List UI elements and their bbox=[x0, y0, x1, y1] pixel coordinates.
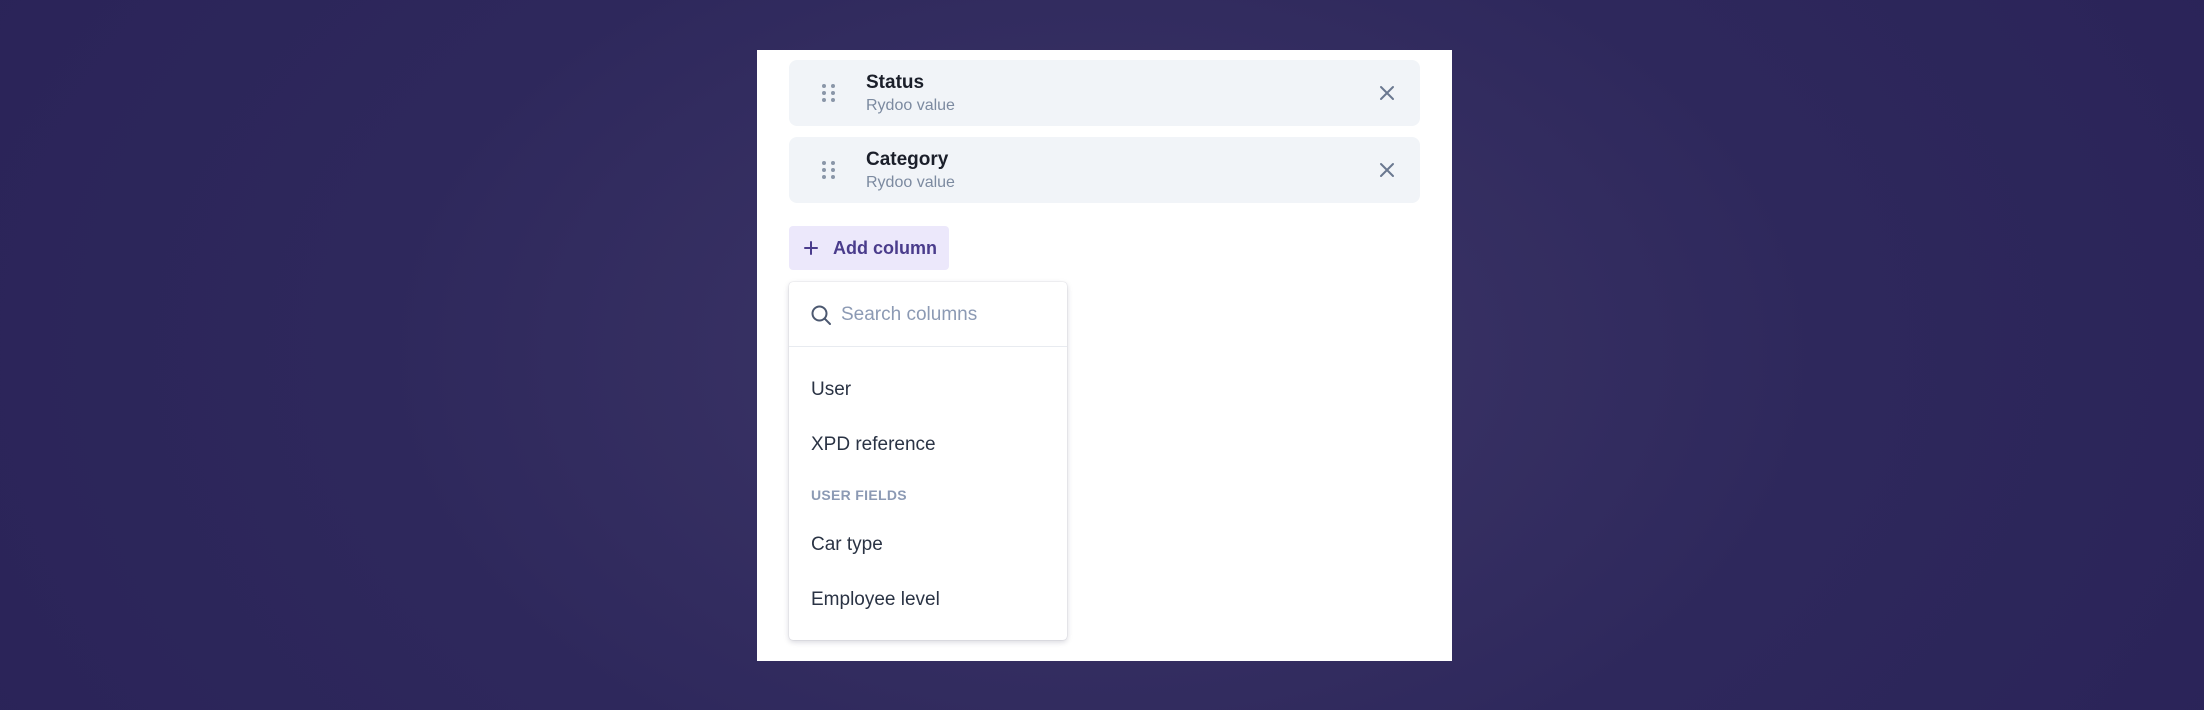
column-title: Category bbox=[866, 149, 949, 170]
column-subtitle: Rydoo value bbox=[866, 174, 955, 191]
add-column-button[interactable]: Add column bbox=[789, 226, 949, 270]
dropdown-option-xpd-reference[interactable]: XPD reference bbox=[789, 423, 1067, 467]
plus-icon bbox=[803, 240, 819, 256]
dropdown-option-employee-level[interactable]: Employee level bbox=[789, 578, 1067, 622]
remove-column-button[interactable] bbox=[1374, 80, 1400, 106]
dropdown-option-user[interactable]: User bbox=[789, 368, 1067, 412]
column-config-panel: Status Rydoo value Category Rydoo value … bbox=[757, 50, 1452, 661]
drag-handle-icon[interactable] bbox=[822, 84, 836, 102]
column-card-status[interactable]: Status Rydoo value bbox=[789, 60, 1420, 126]
dropdown-option-car-type[interactable]: Car type bbox=[789, 523, 1067, 567]
search-columns-input[interactable] bbox=[839, 296, 1053, 334]
add-column-label: Add column bbox=[833, 237, 937, 258]
search-icon bbox=[811, 305, 831, 325]
close-icon bbox=[1380, 163, 1394, 177]
column-dropdown-menu: User XPD reference USER FIELDS Car type … bbox=[789, 282, 1067, 640]
drag-handle-icon[interactable] bbox=[822, 161, 836, 179]
column-title: Status bbox=[866, 72, 925, 93]
search-row bbox=[789, 282, 1067, 347]
group-header-user-fields: USER FIELDS bbox=[811, 487, 907, 503]
column-card-category[interactable]: Category Rydoo value bbox=[789, 137, 1420, 203]
remove-column-button[interactable] bbox=[1374, 157, 1400, 183]
column-subtitle: Rydoo value bbox=[866, 97, 955, 114]
close-icon bbox=[1380, 86, 1394, 100]
